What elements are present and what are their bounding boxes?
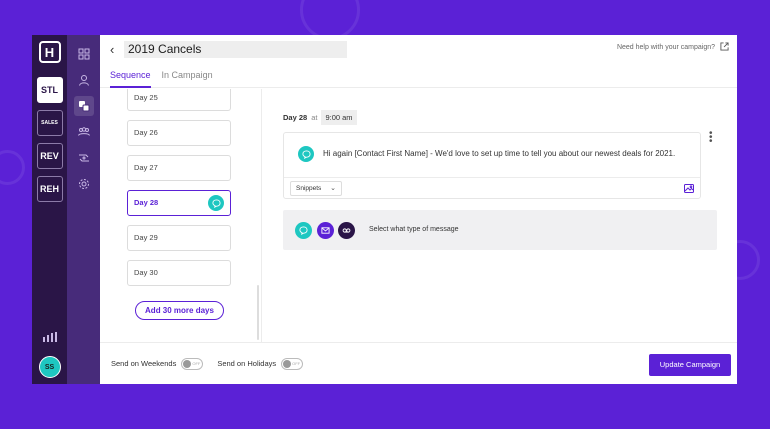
day-item[interactable]: Day 27: [127, 155, 231, 181]
weekends-label: Send on Weekends: [111, 359, 177, 368]
snippets-dropdown[interactable]: Snippets ⌄: [290, 181, 342, 196]
sms-type-button[interactable]: [295, 222, 312, 239]
automations-icon[interactable]: [74, 148, 94, 168]
external-link-icon[interactable]: [720, 42, 729, 51]
campaign-header: ‹ 2019 Cancels Need help with your campa…: [100, 35, 737, 63]
chevron-down-icon: ⌄: [330, 185, 336, 192]
weekends-toggle[interactable]: OFF: [181, 357, 204, 370]
tab-sequence[interactable]: Sequence: [110, 63, 151, 88]
add-days-button[interactable]: Add 30 more days: [135, 301, 224, 320]
app-logo[interactable]: H: [38, 41, 61, 63]
message-type-selector: Select what type of message: [283, 210, 717, 250]
image-icon[interactable]: [684, 184, 694, 193]
dashboard-icon[interactable]: [74, 44, 94, 64]
campaign-footer: Send on Weekends OFF Send on Holidays OF…: [100, 342, 737, 384]
update-campaign-button[interactable]: Update Campaign: [649, 354, 731, 376]
campaign-title-input[interactable]: 2019 Cancels: [124, 40, 347, 58]
account-rev[interactable]: REV: [36, 143, 63, 169]
day-item-selected[interactable]: Day 28: [127, 190, 231, 216]
secondary-nav: [67, 35, 100, 384]
voicemail-type-button[interactable]: [338, 222, 355, 239]
settings-icon[interactable]: [74, 174, 94, 194]
campaigns-icon[interactable]: [73, 96, 94, 116]
time-picker[interactable]: 9:00 am: [321, 110, 357, 125]
background-doodle: [300, 0, 360, 40]
day-schedule: Day 28 at 9:00 am: [283, 110, 357, 125]
day-item[interactable]: Day 30: [127, 260, 231, 286]
message-card: Hi again [Contact First Name] - We'd lov…: [283, 132, 701, 199]
holidays-toggle[interactable]: OFF: [281, 357, 304, 370]
holidays-label: Send on Holidays: [217, 359, 277, 368]
analytics-icon[interactable]: [42, 332, 57, 342]
day-item[interactable]: Day 29: [127, 225, 231, 251]
message-type-prompt: Select what type of message: [369, 226, 459, 233]
tab-bar: Sequence In Campaign: [100, 63, 737, 88]
account-rail: H STL SALES REV REH SS: [32, 35, 67, 384]
sms-icon: [208, 195, 224, 211]
chevron-left-icon[interactable]: ‹: [110, 42, 120, 57]
main-panel: ‹ 2019 Cancels Need help with your campa…: [100, 35, 737, 384]
email-type-button[interactable]: [317, 222, 334, 239]
app-window: H STL SALES REV REH SS ‹ 2019 Cancels Ne…: [32, 35, 737, 384]
day-list: Day 25 Day 26 Day 27 Day 28 Day 29 Day 3…: [100, 89, 262, 342]
background-doodle: [0, 150, 25, 185]
help-link[interactable]: Need help with your campaign?: [617, 44, 715, 51]
tab-in-campaign[interactable]: In Campaign: [162, 63, 213, 88]
account-stl[interactable]: STL: [36, 77, 63, 103]
sms-icon: [298, 146, 314, 162]
account-sales[interactable]: SALES: [36, 110, 63, 136]
account-reh[interactable]: REH: [36, 176, 63, 202]
more-options-icon[interactable]: • • •: [709, 129, 713, 147]
day-item[interactable]: Day 26: [127, 120, 231, 146]
team-icon[interactable]: [74, 122, 94, 142]
divider: [284, 177, 700, 178]
day-item[interactable]: Day 25: [127, 89, 231, 111]
contacts-icon[interactable]: [74, 70, 94, 90]
avatar[interactable]: SS: [38, 356, 61, 378]
message-text[interactable]: Hi again [Contact First Name] - We'd lov…: [323, 149, 675, 158]
scrollbar[interactable]: [257, 285, 259, 340]
